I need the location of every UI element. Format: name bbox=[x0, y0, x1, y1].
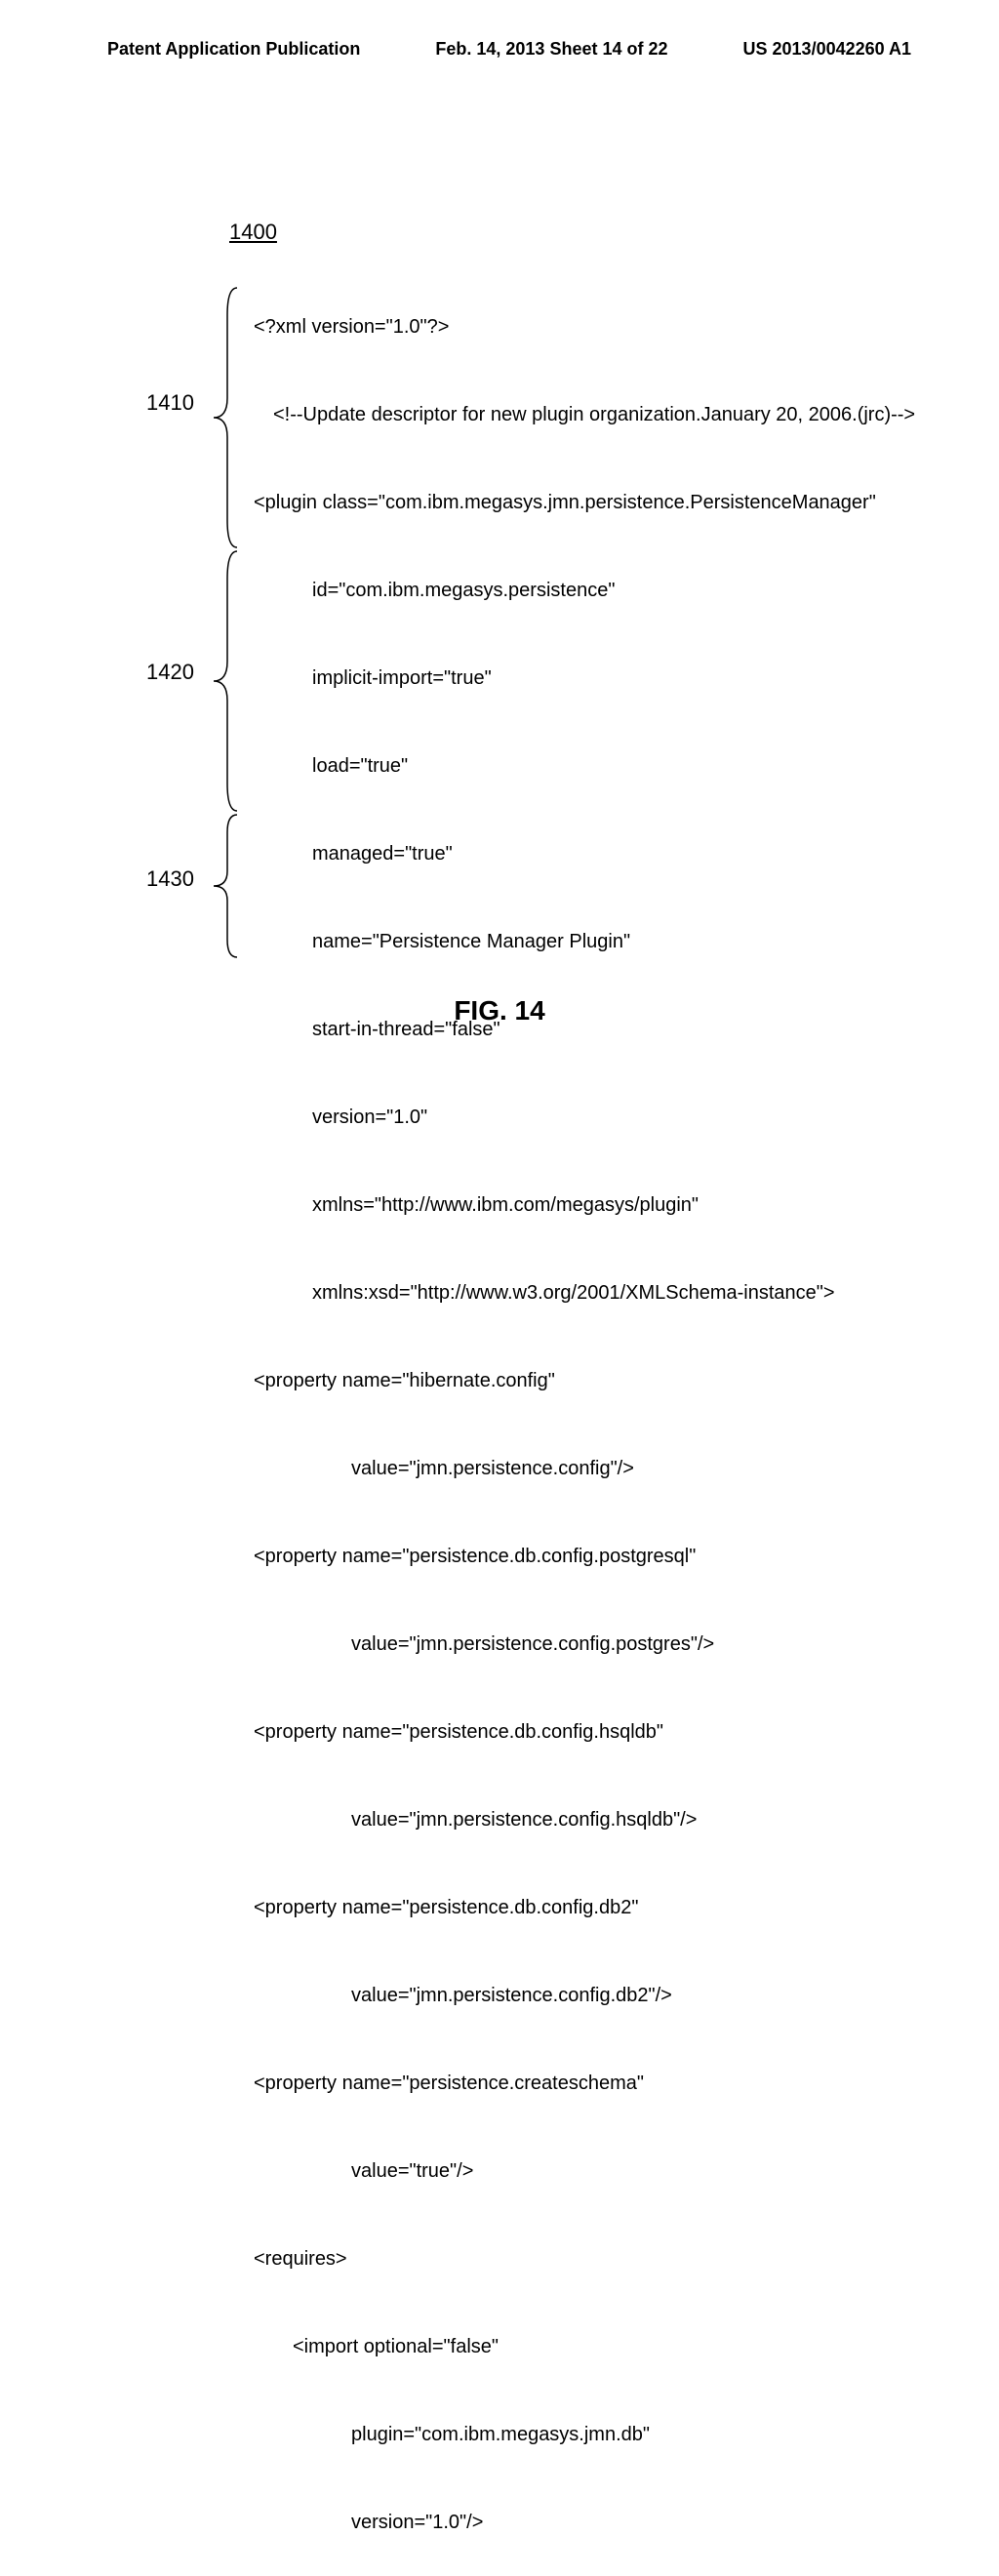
brace-icon bbox=[210, 549, 239, 813]
reference-label-1410: 1410 bbox=[146, 390, 194, 416]
figure-number: 1400 bbox=[229, 220, 277, 245]
xml-code-listing: <?xml version="1.0"?> <!--Update descrip… bbox=[254, 254, 915, 2576]
reference-label-1430: 1430 bbox=[146, 866, 194, 892]
code-line: value="jmn.persistence.config.db2"/> bbox=[254, 1981, 915, 2010]
code-line: <requires> bbox=[254, 2244, 915, 2274]
code-line: plugin="com.ibm.megasys.jmn.db" bbox=[254, 2420, 915, 2449]
code-line: version="1.0" bbox=[254, 1103, 915, 1132]
brace-icon bbox=[210, 286, 239, 549]
patent-page: Patent Application Publication Feb. 14, … bbox=[0, 0, 999, 1288]
code-line: <property name="persistence.db.config.po… bbox=[254, 1542, 915, 1571]
code-line: xmlns="http://www.ibm.com/megasys/plugin… bbox=[254, 1190, 915, 1220]
figure-caption: FIG. 14 bbox=[0, 995, 999, 1026]
code-line: value="jmn.persistence.config"/> bbox=[254, 1454, 915, 1483]
header-center: Feb. 14, 2013 Sheet 14 of 22 bbox=[435, 39, 667, 60]
code-line: value="true"/> bbox=[254, 2156, 915, 2186]
code-line: <property name="hibernate.config" bbox=[254, 1366, 915, 1395]
header-right: US 2013/0042260 A1 bbox=[743, 39, 911, 60]
code-line: value="jmn.persistence.config.postgres"/… bbox=[254, 1630, 915, 1659]
code-line: <property name="persistence.createschema… bbox=[254, 2069, 915, 2098]
code-line: load="true" bbox=[254, 751, 915, 781]
page-header: Patent Application Publication Feb. 14, … bbox=[0, 39, 999, 60]
code-line: xmlns:xsd="http://www.w3.org/2001/XMLSch… bbox=[254, 1278, 915, 1308]
code-line: id="com.ibm.megasys.persistence" bbox=[254, 576, 915, 605]
code-line: <import optional="false" bbox=[254, 2332, 915, 2361]
code-line: <!--Update descriptor for new plugin org… bbox=[254, 400, 915, 429]
reference-label-1420: 1420 bbox=[146, 660, 194, 685]
code-line: <property name="persistence.db.config.hs… bbox=[254, 1717, 915, 1747]
code-line: version="1.0"/> bbox=[254, 2508, 915, 2537]
code-line: <?xml version="1.0"?> bbox=[254, 312, 915, 342]
code-line: implicit-import="true" bbox=[254, 664, 915, 693]
code-line: <property name="persistence.db.config.db… bbox=[254, 1893, 915, 1922]
code-line: name="Persistence Manager Plugin" bbox=[254, 927, 915, 956]
code-line: managed="true" bbox=[254, 839, 915, 868]
brace-icon bbox=[210, 813, 239, 959]
code-line: <plugin class="com.ibm.megasys.jmn.persi… bbox=[254, 488, 915, 517]
code-line: value="jmn.persistence.config.hsqldb"/> bbox=[254, 1805, 915, 1834]
header-left: Patent Application Publication bbox=[107, 39, 360, 60]
